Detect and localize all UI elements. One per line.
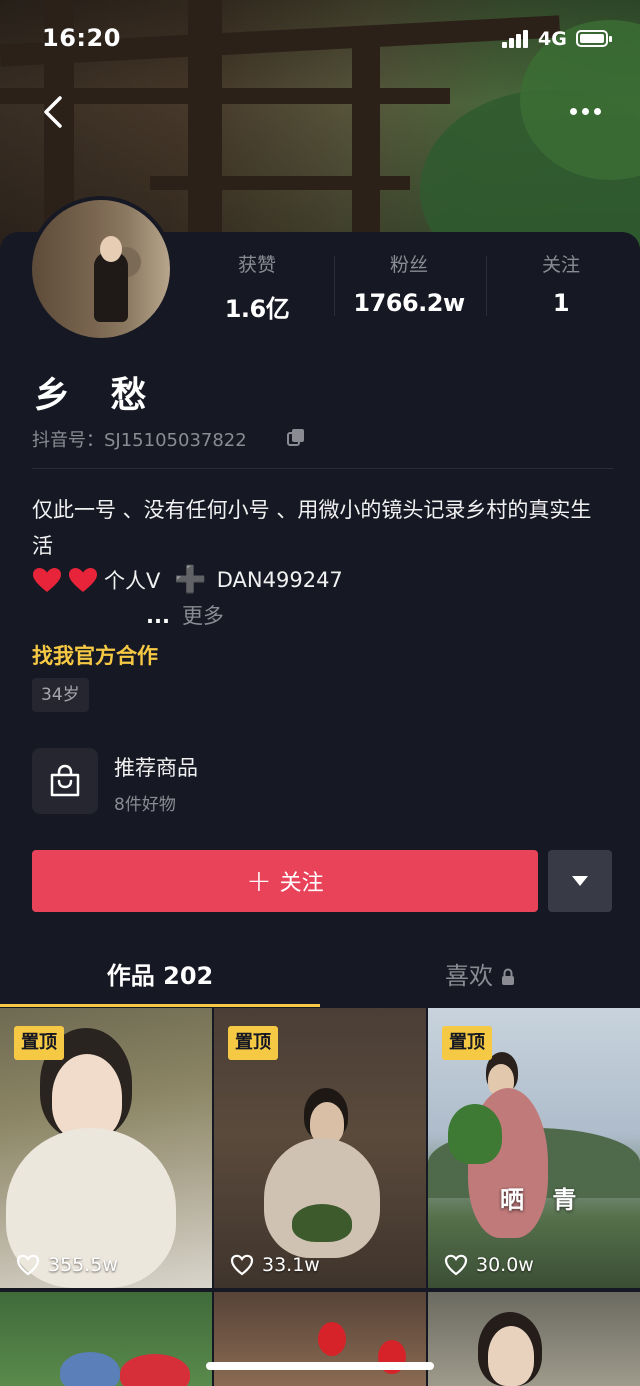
like-count: 355.5w [16,1252,118,1278]
video-thumbnail[interactable] [428,1292,640,1386]
pinned-badge: 置顶 [228,1026,278,1060]
plus-icon: + [246,863,272,899]
stat-followers[interactable]: 粉丝 1766.2w [334,250,484,317]
like-count: 33.1w [230,1252,320,1278]
stat-label: 获赞 [237,254,276,276]
douyin-id: 抖音号：SJ15105037822 [32,430,247,451]
back-button[interactable] [36,92,70,132]
age-badge: 34岁 [32,678,89,712]
plus-icon: ➕ [174,565,207,595]
more-label: 更多 [181,604,224,628]
like-count-value: 33.1w [262,1254,320,1276]
active-tab-indicator [0,1004,320,1007]
pinned-badge: 置顶 [14,1026,64,1060]
official-cooperation-link[interactable]: 找我官方合作 [32,640,158,670]
video-caption: 晒 青 [500,1185,587,1214]
tab-works[interactable]: 作品 202 [0,940,320,1006]
tab-likes-label: 喜欢 [445,961,493,990]
stat-following[interactable]: 关注 1 [486,250,636,317]
bio-more-link[interactable]: ... 更多 [146,600,224,630]
ellipsis: ... [146,604,170,628]
heart-outline-icon [16,1254,40,1276]
profile-tabs: 作品 202 喜欢 [0,940,640,1008]
bio-personal-v: 个人V [104,569,161,593]
tab-likes[interactable]: 喜欢 [320,940,640,1006]
lock-icon [501,964,515,985]
network-type: 4G [538,28,567,50]
shop-subtitle: 8件好物 [114,795,176,815]
home-indicator[interactable] [206,1362,434,1370]
follow-label: 关注 [279,871,324,896]
triangle-down-icon [572,876,588,886]
stat-value: 1766.2w [353,289,465,317]
bio-contact-line: 个人V ➕ DAN499247 [32,562,343,598]
red-heart-icon [32,567,62,593]
recommend-dropdown-button[interactable] [548,850,612,912]
recommended-products-entry[interactable]: 推荐商品 8件好物 [32,748,432,816]
bio-wechat-id: DAN499247 [216,568,343,592]
bio-text: 仅此一号 、没有任何小号 、用微小的镜头记录乡村的真实生活 [32,498,592,558]
video-thumbnail[interactable] [0,1292,212,1386]
like-count: 30.0w [444,1252,534,1278]
avatar[interactable] [28,196,174,342]
stat-label: 关注 [541,254,580,276]
battery-icon [576,30,612,47]
chevron-left-icon [44,96,62,128]
video-thumbnail[interactable]: 置顶 33.1w [214,1008,426,1288]
shop-title: 推荐商品 [114,756,198,780]
nickname: 乡 愁 [34,375,161,416]
stat-likes[interactable]: 获赞 1.6亿 [182,250,332,324]
video-thumbnail[interactable]: 置顶 355.5w [0,1008,212,1288]
stat-label: 粉丝 [389,254,428,276]
heart-outline-icon [444,1254,468,1276]
divider [32,468,614,469]
video-thumbnail[interactable] [214,1292,426,1386]
stat-value: 1.6亿 [224,295,290,323]
cellular-signal-icon [502,30,532,48]
like-count-value: 30.0w [476,1254,534,1276]
copy-icon[interactable] [286,427,306,447]
status-bar: 16:20 4G [0,0,640,80]
video-grid: 置顶 355.5w 置顶 33.1w 置顶 晒 青 30.0w [0,1008,640,1386]
heart-outline-icon [230,1254,254,1276]
like-count-value: 355.5w [48,1254,118,1276]
profile-stats: 获赞 1.6亿 粉丝 1766.2w 关注 1 [182,250,640,330]
video-thumbnail[interactable]: 置顶 晒 青 30.0w [428,1008,640,1288]
follow-button[interactable]: + 关注 [32,850,538,912]
status-time: 16:20 [42,24,121,52]
more-options-button[interactable] [566,100,606,124]
pinned-badge: 置顶 [442,1026,492,1060]
red-heart-icon [68,567,98,593]
shopping-bag-icon [32,748,98,814]
stat-value: 1 [552,289,570,317]
